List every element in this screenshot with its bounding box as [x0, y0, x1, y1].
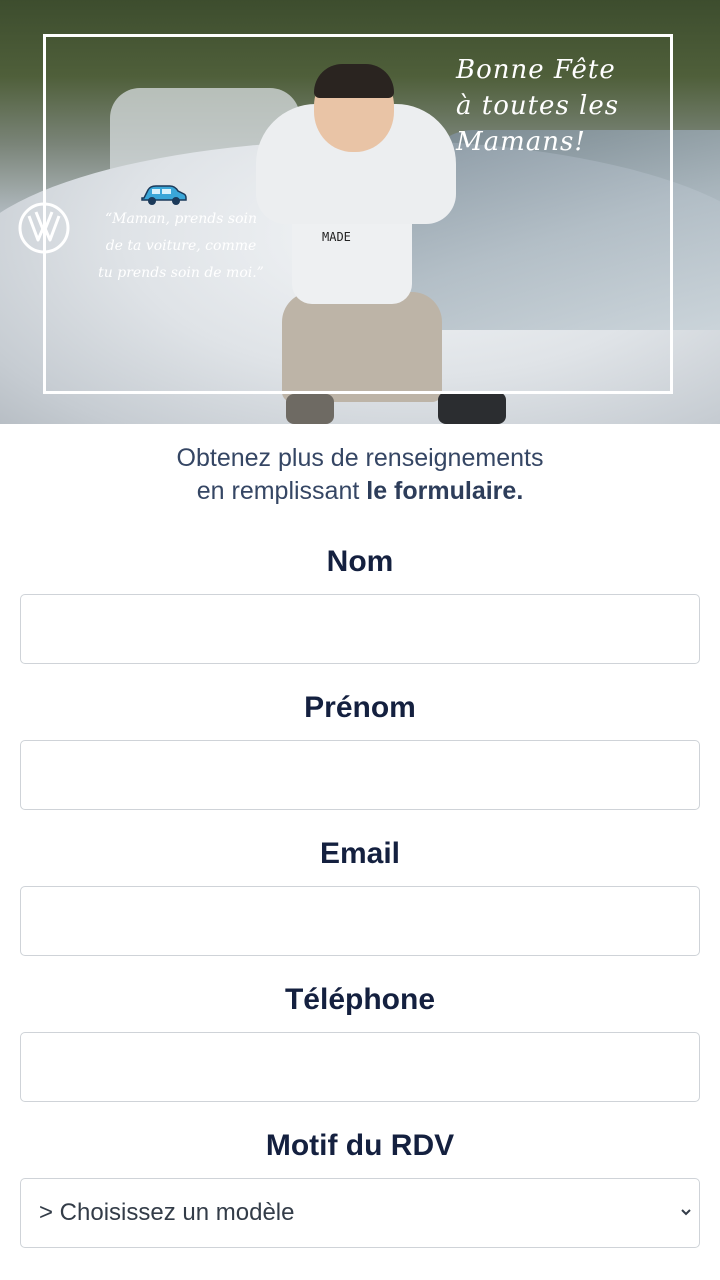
- chevron-down-icon: [681, 1209, 691, 1216]
- email-input[interactable]: [20, 886, 700, 956]
- hero-banner: MADE Bonne Fête à toutes les Mamans! “Ma…: [0, 0, 720, 424]
- motif-label: Motif du RDV: [265, 1129, 455, 1162]
- telephone-input[interactable]: [20, 1032, 700, 1102]
- email-label: Email: [319, 837, 401, 870]
- prenom-label: Prénom: [304, 691, 416, 724]
- motif-selected-value: > Choisissez un modèle: [39, 1199, 295, 1226]
- intro-bold: le formulaire.: [366, 477, 524, 505]
- nom-input[interactable]: [20, 594, 700, 664]
- hero-title: Bonne Fête à toutes les Mamans!: [456, 55, 620, 157]
- intro-text: Obtenez plus de renseignements en rempli…: [176, 444, 544, 505]
- hero-quote: “Maman, prends soin de ta voiture, comme…: [98, 211, 264, 281]
- motif-select[interactable]: > Choisissez un modèle: [20, 1178, 700, 1248]
- telephone-label: Téléphone: [284, 983, 435, 1016]
- contact-form: Nom Prénom Email Téléphone Motif du RDV …: [0, 530, 720, 1248]
- blue-car-icon: [141, 185, 187, 205]
- nom-label: Nom: [326, 545, 394, 578]
- prenom-input[interactable]: [20, 740, 700, 810]
- vw-logo-icon[interactable]: [18, 202, 70, 254]
